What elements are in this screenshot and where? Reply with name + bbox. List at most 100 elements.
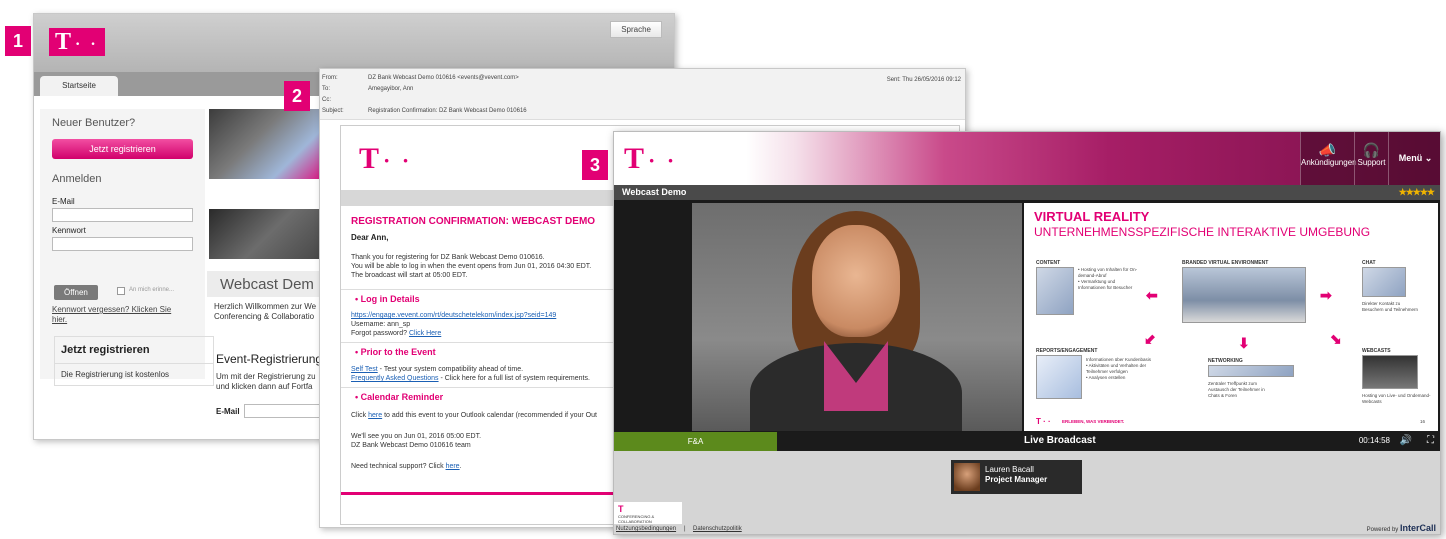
language-button[interactable]: Sprache	[610, 21, 662, 38]
remember-checkbox[interactable]	[117, 287, 125, 295]
content-label: CONTENT	[1036, 260, 1061, 266]
reports-thumbnail	[1036, 355, 1082, 399]
new-user-heading: Neuer Benutzer?	[52, 117, 136, 129]
speaker-role: Project Manager	[985, 475, 1048, 484]
content-text: • Hosting von Inhalten für On-demand-Abr…	[1078, 267, 1138, 290]
telekom-logo: T · ·	[359, 142, 413, 175]
to-value: Amegayibor, Ann	[368, 86, 414, 92]
chat-thumbnail	[1362, 267, 1406, 297]
intercall-logo: InterCall	[1399, 523, 1436, 533]
email-label: E-Mail	[52, 197, 75, 206]
tab-startseite[interactable]: Startseite	[40, 76, 118, 96]
chat-label: CHAT	[1362, 260, 1376, 266]
live-broadcast-label: Live Broadcast	[1024, 435, 1096, 446]
forgot-password-link[interactable]: Click Here	[409, 330, 441, 337]
login-heading: Anmelden	[52, 173, 102, 185]
step-badge-3: 3	[582, 150, 608, 180]
login-details-heading: • Log in Details	[355, 294, 420, 304]
reports-text: Informationen über Kundenbasis • Aktivit…	[1086, 357, 1152, 380]
subject-label: Subject:	[322, 108, 344, 114]
confirmation-heading: REGISTRATION CONFIRMATION: WEBCAST DEMO	[351, 216, 596, 227]
calendar-reminder-heading: • Calendar Reminder	[355, 392, 444, 402]
camera-photo-2	[209, 209, 329, 259]
site-header: T · · Sprache	[34, 14, 674, 72]
sent-date: Sent: Thu 26/05/2016 09:12	[886, 77, 961, 83]
login-details: https://engage.vevent.com/rt/deutschetel…	[351, 311, 631, 338]
volume-icon[interactable]: 🔊	[1400, 435, 1412, 446]
email-input[interactable]	[52, 208, 193, 222]
password-label: Kennwort	[52, 226, 86, 235]
slide-page-number: 16	[1420, 419, 1426, 424]
arrow-down-icon: ⬇	[1238, 335, 1250, 351]
speaker-name: Lauren Bacall	[985, 465, 1034, 474]
powered-by: Powered by InterCall	[1366, 523, 1436, 533]
event-registration-heading: Event-Registrierung	[216, 352, 323, 366]
remember-label: An mich erinne...	[129, 287, 175, 293]
player-header: T · · 📣 Ankündigungen 🎧 Support Menü ⌄	[614, 132, 1440, 185]
privacy-link[interactable]: Datenschutzpolitik	[693, 526, 742, 532]
presentation-slide: VIRTUAL REALITY UNTERNEHMENSSPEZIFISCHE …	[1024, 203, 1438, 431]
step-badge-2: 2	[284, 81, 310, 111]
media-stage: VIRTUAL REALITY UNTERNEHMENSSPEZIFISCHE …	[614, 200, 1440, 432]
arrow-down-left-icon: ⬋	[1144, 331, 1156, 347]
salutation: Dear Ann,	[351, 233, 389, 242]
password-input[interactable]	[52, 237, 193, 251]
fullscreen-icon[interactable]: ⛶	[1427, 435, 1434, 446]
player-footer: Nutzungsbedingungen | Datenschutzpolitik…	[614, 523, 1440, 534]
email-header: From: DZ Bank Webcast Demo 010616 <events…	[320, 69, 965, 120]
terms-link[interactable]: Nutzungsbedingungen	[616, 526, 676, 532]
footer-separator: |	[684, 526, 686, 532]
calendar-link[interactable]: here	[368, 412, 382, 419]
content-thumbnail	[1036, 267, 1074, 315]
step-badge-1: 1	[5, 26, 31, 56]
bve-label: BRANDED VIRTUAL ENVIRONMENT	[1182, 260, 1269, 266]
subject-value: Registration Confirmation: DZ Bank Webca…	[368, 108, 527, 114]
register-now-button[interactable]: Jetzt registrieren	[52, 139, 193, 159]
reports-label: REPORTS/ENGAGEMENT	[1036, 348, 1098, 354]
register-box-text: Die Registrierung ist kostenlos	[61, 370, 170, 379]
presenter-video[interactable]	[692, 203, 1022, 431]
headset-icon: 🎧	[1362, 142, 1381, 158]
speaker-card[interactable]: Lauren Bacall Project Manager	[951, 460, 1082, 494]
support-link[interactable]: here	[446, 463, 460, 470]
camera-photo	[209, 109, 329, 179]
webcast-player-window: T · · 📣 Ankündigungen 🎧 Support Menü ⌄ We…	[613, 131, 1441, 535]
from-value: DZ Bank Webcast Demo 010616 <events@veve…	[368, 75, 519, 81]
chat-text: Direkter Kontakt zu Besuchern und Teilne…	[1362, 301, 1418, 312]
username-text: Username: ann_sp	[351, 321, 411, 328]
support-button[interactable]: 🎧 Support	[1354, 132, 1388, 185]
tab-qa[interactable]: F&A	[614, 432, 777, 451]
event-url-link[interactable]: https://engage.vevent.com/rt/deutschetel…	[351, 311, 631, 320]
rating-stars[interactable]: ★★★★★	[1399, 187, 1435, 198]
register-box-title: Jetzt registrieren	[55, 337, 213, 364]
slide-tagline: ERLEBEN, WAS VERBINDET.	[1062, 419, 1125, 424]
intro-paragraph: Thank you for registering for DZ Bank We…	[351, 254, 592, 279]
event-email-label: E-Mail	[216, 407, 240, 416]
webcasts-label: WEBCASTS	[1362, 348, 1391, 354]
megaphone-icon: 📣	[1318, 142, 1337, 158]
player-controls: F&A Live Broadcast 00:14:58 🔊 ⛶	[614, 432, 1440, 451]
slide-telekom-logo: T · ·	[1036, 417, 1051, 426]
open-button[interactable]: Öffnen	[54, 285, 98, 300]
closing-text: We'll see you on Jun 01, 2016 05:00 EDT.…	[351, 433, 482, 449]
support-text: Need technical support? Click here.	[351, 463, 462, 470]
slide-title: VIRTUAL REALITY	[1034, 209, 1150, 224]
prior-event-heading: • Prior to the Event	[355, 347, 436, 357]
telekom-logo: T · ·	[49, 28, 105, 56]
faq-link[interactable]: Frequently Asked Questions	[351, 375, 439, 382]
webcast-title: Webcast Demo	[622, 187, 687, 197]
forgot-password-link[interactable]: Kennwort vergessen? Klicken Sie hier.	[52, 305, 182, 325]
slide-subtitle: UNTERNEHMENSSPEZIFISCHE INTERAKTIVE UMGE…	[1034, 225, 1371, 239]
telekom-logo: T · ·	[624, 142, 678, 175]
announcements-button[interactable]: 📣 Ankündigungen	[1300, 132, 1357, 185]
register-box: Jetzt registrieren Die Registrierung ist…	[54, 336, 214, 386]
event-email-input[interactable]	[244, 404, 324, 418]
menu-button[interactable]: Menü ⌄	[1388, 132, 1440, 185]
arrow-down-right-icon: ⬊	[1330, 331, 1342, 347]
self-test-link[interactable]: Self Test	[351, 366, 378, 373]
cc-label: Cc:	[322, 97, 331, 103]
to-label: To:	[322, 86, 331, 92]
elapsed-time: 00:14:58	[1358, 436, 1390, 445]
conferencing-logo: T CONFERENCING & COLLABORATION	[614, 502, 682, 524]
speaker-avatar	[954, 463, 980, 491]
